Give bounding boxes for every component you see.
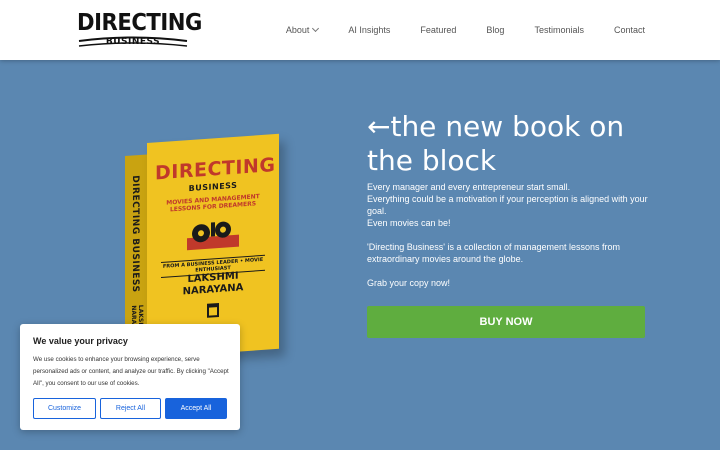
- chevron-down-icon: [312, 24, 320, 33]
- nav-contact[interactable]: Contact: [614, 25, 645, 35]
- customize-button[interactable]: Customize: [33, 398, 96, 419]
- cookie-banner: We value your privacy We use cookies to …: [20, 324, 240, 430]
- hero-line-1: Every manager and every entrepreneur sta…: [367, 182, 571, 192]
- hero-line-2: Everything could be a motivation if your…: [367, 194, 648, 216]
- nav-about-label: About: [285, 25, 310, 35]
- film-reel-icon: [187, 221, 239, 251]
- hero-line-3: Even movies can be!: [367, 218, 451, 228]
- reject-all-button[interactable]: Reject All: [100, 398, 161, 419]
- nav-contact-label: Contact: [613, 25, 645, 35]
- logo-subtitle: BUSINESS: [105, 37, 161, 47]
- buy-now-button[interactable]: BUY NOW: [367, 306, 645, 338]
- hero-paragraph-3: Grab your copy now!: [367, 278, 451, 288]
- nav-ai-insights[interactable]: AI Insights: [348, 25, 390, 35]
- nav-featured[interactable]: Featured: [420, 25, 456, 35]
- site-header: DIRECTING BUSINESS About AI Insights Fea…: [0, 0, 720, 60]
- cookie-title: We value your privacy: [33, 336, 128, 346]
- nav-testimonials[interactable]: Testimonials: [534, 25, 584, 35]
- main-nav: About AI Insights Featured Blog Testimon…: [286, 0, 645, 60]
- nav-blog[interactable]: Blog: [486, 25, 504, 35]
- cookie-text: We use cookies to enhance your browsing …: [33, 356, 229, 387]
- hero-title: ←the new book on the block: [367, 110, 625, 177]
- nav-about[interactable]: About: [285, 24, 320, 35]
- nav-ai-insights-label: AI Insights: [348, 25, 391, 35]
- spine-title: DIRECTING BUSINESS: [130, 174, 140, 293]
- accept-all-button[interactable]: Accept All: [165, 398, 227, 419]
- nav-blog-label: Blog: [486, 25, 505, 35]
- hero-body: Every manager and every entrepreneur sta…: [367, 181, 657, 289]
- site-logo[interactable]: DIRECTING BUSINESS: [77, 10, 202, 50]
- clapper-icon: [207, 302, 219, 318]
- nav-testimonials-label: Testimonials: [534, 25, 584, 35]
- nav-featured-label: Featured: [420, 25, 457, 35]
- hero-paragraph-2: 'Directing Business' is a collection of …: [367, 242, 621, 264]
- cover-tagline: MOVIES AND MANAGEMENT LESSONS FOR DREAME…: [166, 193, 260, 214]
